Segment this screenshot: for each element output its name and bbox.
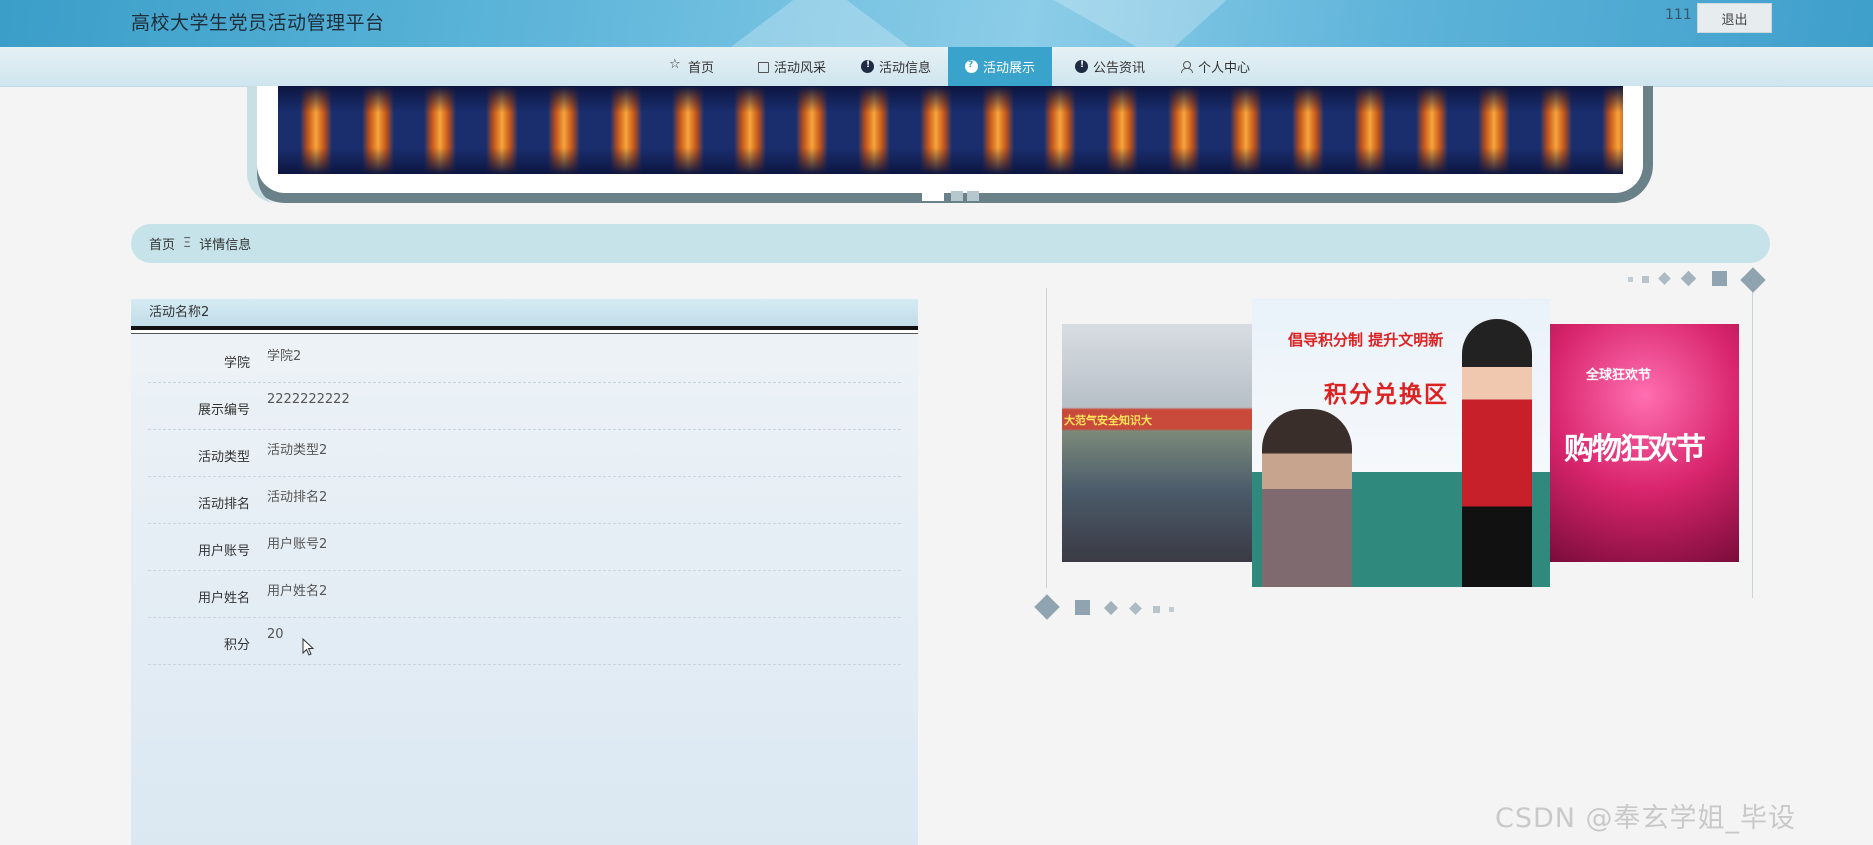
field-value: 20: [267, 627, 284, 642]
banner-indicator[interactable]: [951, 191, 963, 201]
field-label: 用户账号: [197, 544, 250, 559]
field-value: 用户账号2: [267, 537, 328, 552]
field-row-college: 学院 学院2: [148, 336, 901, 383]
carousel-decor: [1712, 271, 1727, 286]
question-icon: [964, 60, 978, 73]
field-label: 活动排名: [197, 497, 250, 512]
watermark: CSDN @奉玄学姐_毕设: [1495, 803, 1797, 834]
field-row-activity-rank: 活动排名 活动排名2: [148, 477, 901, 524]
banner-indicator-active[interactable]: [922, 191, 944, 201]
field-label: 学院: [223, 356, 250, 371]
nav-home[interactable]: 首页: [648, 47, 736, 86]
carousel-decor: [1103, 600, 1119, 616]
carousel-image-left[interactable]: 大范气安全知识大: [1062, 324, 1253, 562]
carousel-decor: [1658, 272, 1671, 285]
carousel-decor: [1642, 276, 1649, 283]
breadcrumb-current: 详情信息: [199, 238, 252, 253]
nav-label: 首页: [687, 61, 714, 76]
field-row-activity-type: 活动类型 活动类型2: [148, 430, 901, 477]
field-row-user-account: 用户账号 用户账号2: [148, 524, 901, 571]
top-header: 高校大学生党员活动管理平台 111 退出: [0, 0, 1873, 47]
center-photo-heading: 积分兑换区: [1324, 382, 1449, 408]
detail-title: 活动名称2: [131, 299, 918, 330]
nav-activity-info[interactable]: 活动信息: [852, 47, 940, 86]
field-row-showcase-number: 展示编号 2222222222: [148, 383, 901, 430]
header-decor: [1000, 0, 1260, 47]
star-icon: [669, 57, 683, 73]
banner-image: [278, 86, 1623, 174]
user-icon: [1180, 60, 1193, 73]
carousel-decor: [1153, 606, 1160, 613]
detail-panel: 活动名称2 学院 学院2 展示编号 2222222222 活动类型 活动类型2 …: [131, 299, 918, 845]
nav-activity-style[interactable]: 活动风采: [748, 47, 836, 86]
field-label: 展示编号: [197, 403, 250, 418]
site-title: 高校大学生党员活动管理平台: [131, 12, 385, 34]
info-icon: [860, 60, 874, 73]
carousel-decor: [1680, 270, 1697, 287]
breadcrumb-separator: Ξ: [183, 236, 192, 251]
breadcrumb: 首页 Ξ 详情信息: [131, 224, 1770, 263]
nav-announcements[interactable]: 公告资讯: [1063, 47, 1157, 86]
breadcrumb-home[interactable]: 首页: [149, 234, 175, 253]
center-photo-person: [1462, 319, 1532, 587]
carousel-decor: [1169, 607, 1174, 612]
nav-label: 个人中心: [1197, 61, 1250, 76]
main-nav: 首页 活动风采 活动信息 活动展示 公告资讯 个人中心: [0, 47, 1873, 87]
field-label: 活动类型: [197, 450, 250, 465]
info-icon: [1074, 60, 1088, 73]
carousel-decor: [1740, 267, 1766, 293]
header-decor: [700, 0, 940, 47]
carousel-guide-line: [1752, 288, 1753, 598]
nav-personal-center[interactable]: 个人中心: [1168, 47, 1262, 86]
nav-label: 活动信息: [878, 61, 931, 76]
carousel-decor: [1034, 594, 1060, 620]
left-photo-banner-text: 大范气安全知识大: [1064, 414, 1152, 427]
center-photo-person: [1262, 409, 1352, 587]
right-photo-slogan: 购物狂欢节: [1564, 432, 1706, 467]
right-photo-title: 全球狂欢节: [1586, 368, 1652, 383]
logout-button[interactable]: 退出: [1697, 3, 1772, 33]
current-username: 111: [1665, 7, 1692, 23]
carousel-image-center[interactable]: 倡导积分制 提升文明新 积分兑换区: [1252, 299, 1550, 587]
nav-label: 活动展示: [982, 61, 1035, 76]
field-row-points: 积分 20: [148, 618, 901, 665]
carousel-image-right[interactable]: 全球狂欢节 购物狂欢节: [1550, 324, 1739, 562]
field-row-user-name: 用户姓名 用户姓名2: [148, 571, 901, 618]
center-photo-slogan: 倡导积分制 提升文明新: [1288, 331, 1444, 349]
carousel-decor: [1129, 602, 1142, 615]
nav-label: 活动风采: [773, 61, 826, 76]
carousel-decor: [1628, 277, 1633, 282]
field-value: 活动类型2: [267, 443, 328, 458]
mouse-cursor-icon: [302, 638, 314, 656]
carousel-guide-line: [1046, 288, 1047, 588]
nav-activity-showcase[interactable]: 活动展示: [948, 47, 1052, 86]
field-value: 学院2: [267, 349, 302, 364]
nav-label: 公告资讯: [1092, 61, 1145, 76]
field-value: 活动排名2: [267, 490, 328, 505]
field-value: 2222222222: [267, 392, 350, 407]
field-label: 积分: [223, 638, 250, 653]
detail-fields: 学院 学院2 展示编号 2222222222 活动类型 活动类型2 活动排名 活…: [131, 336, 918, 665]
bag-icon: [757, 62, 769, 73]
banner-indicator[interactable]: [967, 191, 979, 201]
field-label: 用户姓名: [197, 591, 250, 606]
field-value: 用户姓名2: [267, 584, 328, 599]
carousel-decor: [1075, 600, 1090, 615]
